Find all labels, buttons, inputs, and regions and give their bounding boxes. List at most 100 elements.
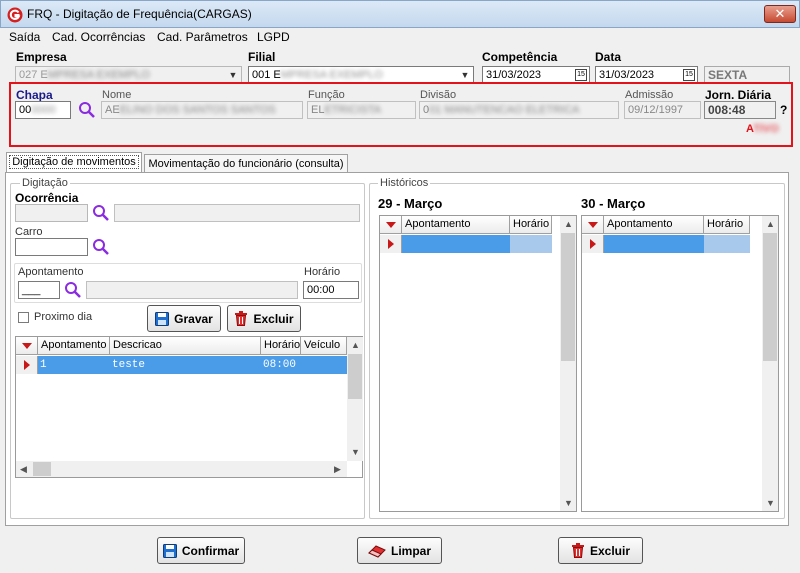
apontamento-field[interactable]: ___ xyxy=(18,281,60,299)
apontamento-label: Apontamento xyxy=(18,266,84,278)
menu-cad-ocorrencias[interactable]: Cad. Ocorrências xyxy=(52,30,145,44)
grid-header-apontamento[interactable]: Apontamento xyxy=(604,216,704,234)
nome-field: AEELINO DOS SANTOS SANTOS xyxy=(101,101,303,119)
scroll-right-icon[interactable]: ▶ xyxy=(334,464,341,475)
grid-horizontal-scrollbar[interactable]: ◀ ▶ xyxy=(16,461,347,477)
proximo-dia-checkbox[interactable] xyxy=(18,312,29,323)
excluir-entry-label: Excluir xyxy=(253,311,294,326)
carro-label: Carro xyxy=(15,226,43,238)
scroll-thumb[interactable] xyxy=(763,233,777,361)
filial-value: 001 E xyxy=(252,69,281,81)
grid-header-descricao[interactable]: Descricao xyxy=(110,337,261,355)
grid-sort-header[interactable] xyxy=(582,216,604,234)
tab-movimentacao[interactable]: Movimentação do funcionário (consulta) xyxy=(144,154,348,174)
history-grid-day2[interactable]: Apontamento Horário ▲ ▼ xyxy=(581,215,779,512)
gravar-button[interactable]: Gravar xyxy=(147,305,221,332)
trash-icon xyxy=(571,543,584,558)
search-icon[interactable] xyxy=(92,238,110,256)
scroll-thumb[interactable] xyxy=(348,354,362,399)
day1-title: 29 - Março xyxy=(378,196,443,211)
limpar-button[interactable]: Limpar xyxy=(357,537,442,564)
table-row[interactable] xyxy=(604,235,704,253)
status-redacted: TIVO xyxy=(753,123,779,135)
tab-digitacao-label: Digitação de movimentos xyxy=(9,155,139,169)
tab-digitacao[interactable]: Digitação de movimentos xyxy=(6,152,142,174)
scroll-up-icon[interactable]: ▲ xyxy=(564,219,573,229)
current-row-icon xyxy=(23,360,30,370)
jornada-field: 008:48 xyxy=(704,101,776,119)
menu-cad-parametros[interactable]: Cad. Parâmetros xyxy=(157,30,248,44)
scroll-down-icon[interactable]: ▼ xyxy=(564,498,573,508)
data-value: 31/03/2023 xyxy=(599,69,655,81)
scroll-down-icon[interactable]: ▼ xyxy=(766,498,775,508)
grid-header-apontamento[interactable]: Apontamento xyxy=(38,337,110,355)
nome-value: AE xyxy=(105,104,120,116)
grid-vertical-scrollbar[interactable]: ▲ ▼ xyxy=(347,337,363,461)
competencia-value: 31/03/2023 xyxy=(486,69,542,81)
grid-header-horario[interactable]: Horário xyxy=(510,216,552,234)
grid-header-apontamento[interactable]: Apontamento xyxy=(402,216,510,234)
historicos-group-title: Históricos xyxy=(378,177,431,189)
scroll-up-icon[interactable]: ▲ xyxy=(351,340,360,350)
chapa-field[interactable]: 000000 xyxy=(15,101,71,119)
movements-grid[interactable]: Apontamento Descricao Horário Veículo 1 … xyxy=(15,336,363,478)
table-row-cell[interactable] xyxy=(704,235,750,253)
search-icon[interactable] xyxy=(78,101,96,119)
menu-lgpd[interactable]: LGPD xyxy=(257,30,290,44)
grid-header-horario[interactable]: Horário xyxy=(704,216,750,234)
table-row[interactable] xyxy=(402,235,510,253)
grid-header-veiculo[interactable]: Veículo xyxy=(301,337,347,355)
scroll-left-icon[interactable]: ◀ xyxy=(20,464,27,475)
scroll-up-icon[interactable]: ▲ xyxy=(766,219,775,229)
grid-vertical-scrollbar[interactable]: ▲ ▼ xyxy=(762,216,778,511)
chevron-down-icon[interactable]: ▼ xyxy=(225,67,241,83)
chapa-redacted: 0000 xyxy=(31,104,56,116)
app-logo-icon xyxy=(7,7,23,23)
menu-saida[interactable]: Saída xyxy=(9,30,40,44)
eraser-icon xyxy=(368,544,386,558)
apontamento-desc-field xyxy=(86,281,298,299)
window-title: FRQ - Digitação de Frequência(CARGAS) xyxy=(27,7,252,21)
filial-name-redacted: MPRESA EXEMPLO xyxy=(280,69,383,81)
row-indicator xyxy=(582,235,604,253)
scroll-down-icon[interactable]: ▼ xyxy=(351,447,360,457)
nome-label: Nome xyxy=(102,89,132,101)
confirmar-button[interactable]: Confirmar xyxy=(157,537,245,564)
current-row-icon xyxy=(387,239,394,249)
funcao-label: Função xyxy=(308,89,345,101)
floppy-disk-icon xyxy=(155,311,170,326)
status-badge: ATIVO xyxy=(746,123,779,135)
help-button[interactable]: ? xyxy=(780,103,787,117)
cell-descricao: teste xyxy=(112,359,146,371)
table-row-cell[interactable] xyxy=(510,235,552,253)
excluir-label: Excluir xyxy=(589,543,631,558)
scroll-thumb[interactable] xyxy=(33,462,51,476)
cell-horario: 08:00 xyxy=(263,359,297,371)
grid-vertical-scrollbar[interactable]: ▲ ▼ xyxy=(560,216,576,511)
table-row[interactable]: 1 teste 08:00 xyxy=(38,356,347,374)
calendar-icon[interactable]: 15 xyxy=(683,69,695,81)
ocorrencia-code-field[interactable] xyxy=(15,204,88,222)
admissao-field: 09/12/1997 xyxy=(624,101,701,119)
search-icon[interactable] xyxy=(64,281,82,299)
carro-field[interactable] xyxy=(15,238,88,256)
search-icon[interactable] xyxy=(92,204,110,222)
chevron-down-icon[interactable]: ▼ xyxy=(457,67,473,83)
excluir-button[interactable]: Excluir xyxy=(558,537,643,564)
grid-sort-header[interactable] xyxy=(380,216,402,234)
close-button[interactable]: ✕ xyxy=(764,5,796,23)
horario-field[interactable]: 00:00 xyxy=(303,281,359,299)
sort-down-icon xyxy=(385,221,396,228)
funcao-field: ELETRICISTA xyxy=(307,101,416,119)
grid-sort-header[interactable] xyxy=(16,337,38,355)
grid-header-horario[interactable]: Horário xyxy=(261,337,301,355)
calendar-icon[interactable]: 15 xyxy=(575,69,587,81)
confirmar-label: Confirmar xyxy=(181,543,240,558)
history-grid-day1[interactable]: Apontamento Horário ▲ ▼ xyxy=(379,215,577,512)
ocorrencia-label: Ocorrência xyxy=(15,191,79,205)
excluir-entry-button[interactable]: Excluir xyxy=(227,305,301,332)
scroll-thumb[interactable] xyxy=(561,233,575,361)
competencia-label: Competência xyxy=(482,50,558,64)
chapa-value: 00 xyxy=(19,104,32,116)
floppy-disk-icon xyxy=(162,543,177,558)
